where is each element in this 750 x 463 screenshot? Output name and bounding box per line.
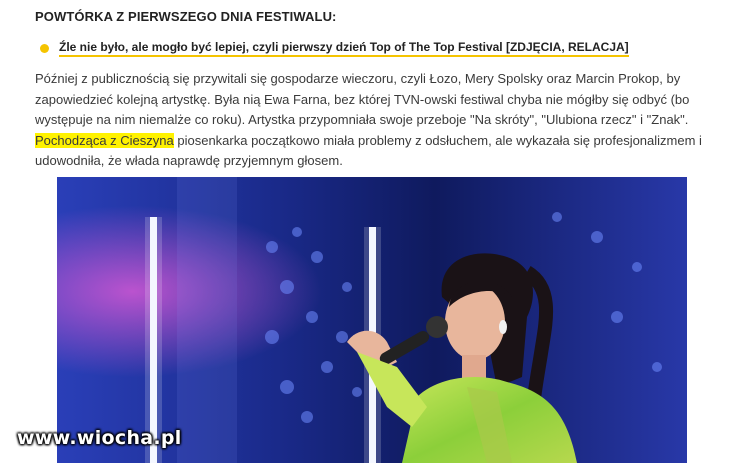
article-line: występuje na nim niemalże co roku). Arty…: [35, 112, 689, 128]
related-article-link[interactable]: Źle nie było, ale mogło być lepiej, czyl…: [59, 40, 629, 57]
bullet-icon: [40, 44, 49, 53]
article-paragraph: Później z publicznością się przywitali s…: [35, 69, 715, 172]
article-text: piosenkarka początkowo miała problemy z …: [173, 132, 702, 148]
article-line: udowodniła, że włada naprawdę przyjemnym…: [35, 153, 343, 169]
watermark: www.wiocha.pl: [17, 427, 182, 449]
article-line: zapowiedzieć kolejną artystkę. Była nią …: [35, 91, 690, 107]
related-article: Źle nie było, ale mogło być lepiej, czyl…: [40, 40, 629, 57]
article-photo[interactable]: [57, 177, 687, 463]
highlighted-text: Pochodząca z Cieszyna: [35, 132, 174, 148]
article-line: Później z publicznością się przywitali s…: [35, 71, 681, 86]
article-line: Pochodząca z Cieszyna piosenkarka począt…: [35, 131, 715, 152]
section-heading: POWTÓRKA Z PIERWSZEGO DNIA FESTIWALU:: [35, 9, 337, 24]
